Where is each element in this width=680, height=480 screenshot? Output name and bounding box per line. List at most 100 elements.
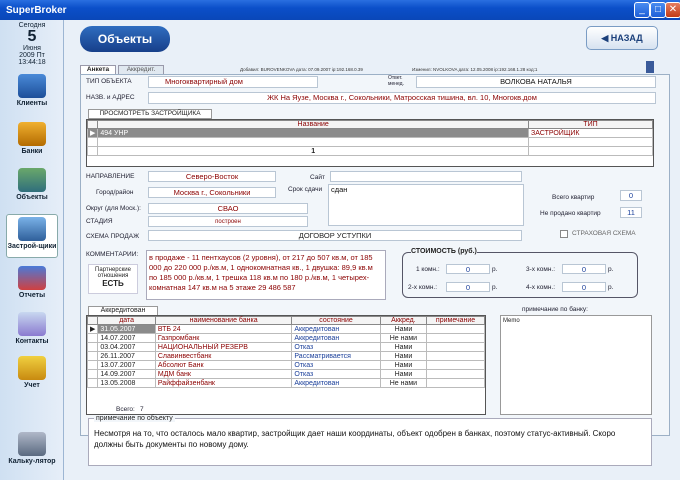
cell: 14.07.2007	[97, 333, 156, 343]
cell: Нами	[379, 324, 428, 334]
unsold-field[interactable]: 11	[620, 207, 642, 218]
type-field[interactable]: Многоквартирный дом	[148, 76, 318, 88]
cell: 31.05.2007	[97, 324, 156, 334]
cell: Аккредитован	[291, 324, 381, 334]
okrug-field[interactable]: СВАО	[148, 203, 308, 214]
nav-label: Кальку-лятор	[8, 458, 56, 465]
row-pointer	[86, 360, 99, 370]
col-type: ТИП	[528, 120, 653, 129]
price-4-field[interactable]: 0	[562, 282, 606, 292]
sidebar: Сегодня 5 Июня 2009 Пт 13:44:18 Клиенты …	[0, 20, 64, 480]
close-button[interactable]: ✕	[665, 2, 680, 18]
cell	[426, 351, 485, 361]
cell: Славинвестбанк	[154, 351, 293, 361]
stage-field[interactable]: построен	[148, 216, 308, 227]
day-number: 5	[27, 28, 37, 45]
col-accred: Аккред.	[379, 316, 428, 325]
partner-panel: Партнерские отношения ЕСТЬ	[88, 264, 138, 294]
term-label: Срок сдачи	[288, 186, 323, 193]
coins-icon	[18, 356, 46, 380]
table-row[interactable]: 26.11.2007 Славинвестбанк Рассматривается Н…	[86, 351, 485, 361]
cell: Аккредитован	[291, 378, 381, 388]
cur-2: р.	[492, 284, 498, 291]
notebook-icon[interactable]	[646, 61, 654, 73]
nav-developers[interactable]: Застрой-щики	[6, 214, 58, 258]
price-3-field[interactable]: 0	[562, 264, 606, 274]
back-button[interactable]: ◀ НАЗАД	[586, 26, 658, 50]
row-pointer	[86, 378, 99, 388]
col-date: дата	[97, 316, 156, 325]
nav-objects[interactable]: Объекты	[6, 168, 58, 201]
nav-reports[interactable]: Отчеты	[6, 266, 58, 299]
address-label: НАЗВ. и АДРЕС	[86, 94, 135, 101]
back-label: НАЗАД	[610, 33, 643, 43]
comments-field[interactable]: в продаже - 11 пентхаусов (2 уровня), от…	[146, 250, 386, 300]
chart-icon	[18, 266, 46, 290]
insurance-checkbox[interactable]	[560, 230, 568, 238]
cell: Райффайзенбанк	[154, 378, 293, 388]
address-field[interactable]: ЖК На Яузе, Москва г., Сокольники, Матро…	[148, 92, 656, 104]
cell	[426, 324, 485, 334]
cell: Нами	[379, 342, 428, 352]
calculator-icon	[18, 432, 46, 456]
cell: ВТБ 24	[154, 324, 293, 334]
builders-count: 1	[97, 146, 529, 156]
bank-note-memo[interactable]: Memo	[500, 315, 652, 415]
table-row[interactable]: 13.07.2007 Абсолют Банк Отказ Нами	[86, 360, 485, 370]
cell: Рассматривается	[291, 351, 381, 361]
cur-3: р.	[608, 266, 614, 273]
back-arrow-icon: ◀	[601, 33, 611, 43]
table-row[interactable]: 03.04.2007 НАЦИОНАЛЬНЫЙ РЕЗЕРВ Отказ Нами	[86, 342, 485, 352]
row-pointer	[86, 351, 99, 361]
price-3-label: 3-х комн.:	[526, 266, 556, 273]
cell: НАЦИОНАЛЬНЫЙ РЕЗЕРВ	[154, 342, 293, 352]
nav-calculator[interactable]: Кальку-лятор	[6, 432, 58, 465]
nav-banks[interactable]: Банки	[6, 122, 58, 155]
direction-field[interactable]: Северо-Восток	[148, 171, 276, 182]
added-info: Добавил: BUROVENKOVA дата: 07.09.2007 ip…	[240, 67, 363, 72]
unsold-label: Не продано квартир	[540, 210, 601, 217]
cell: 26.11.2007	[97, 351, 156, 361]
nav-label: Отчеты	[18, 292, 46, 299]
cell	[426, 342, 485, 352]
object-note-text[interactable]: Несмотря на то, что осталось мало кварти…	[94, 428, 644, 450]
window-title: SuperBroker	[0, 0, 680, 20]
cell: 14.09.2007	[97, 369, 156, 379]
cell: 13.05.2008	[97, 378, 156, 388]
price-2-label: 2-х комн.:	[408, 284, 438, 291]
view-builders-button[interactable]: ПРОСМОТРЕТЬ ЗАСТРОЙЩИКА	[88, 109, 212, 119]
manager-label: Ответ. менед.	[388, 75, 404, 87]
clients-icon	[18, 74, 46, 98]
partner-label: Партнерские отношения	[95, 267, 131, 279]
nav-contacts[interactable]: Контакты	[6, 312, 58, 345]
nav-accounting[interactable]: Учет	[6, 356, 58, 389]
table-row[interactable]: ▶ 494 УНР ЗАСТРОЙЩИК	[86, 128, 653, 138]
price-1-field[interactable]: 0	[446, 264, 490, 274]
city-field[interactable]: Москва г., Сокольники	[148, 187, 276, 198]
site-field[interactable]	[330, 171, 522, 182]
manager-field[interactable]: ВОЛКОВА НАТАЛЬЯ	[416, 76, 656, 88]
total-flats-label: Всего квартир	[552, 194, 595, 201]
price-2-field[interactable]: 0	[446, 282, 490, 292]
developer-icon	[18, 217, 46, 241]
maximize-button[interactable]: □	[650, 2, 666, 18]
total-flats-field[interactable]: 0	[620, 190, 642, 201]
price-4-label: 4-х комн.:	[526, 284, 556, 291]
table-row[interactable]: 13.05.2008 Райффайзенбанк Аккредитован Не н…	[86, 378, 485, 388]
table-row[interactable]: 14.07.2007 Газпромбанк Аккредитован Не нами	[86, 333, 485, 343]
nav-label: Застрой-щики	[7, 243, 57, 250]
minimize-button[interactable]: _	[634, 2, 650, 18]
nav-clients[interactable]: Клиенты	[6, 74, 58, 107]
month: Июня	[23, 45, 41, 52]
table-row[interactable]: ▶ 31.05.2007 ВТБ 24 Аккредитован Нами	[86, 324, 485, 334]
year-dow: 2009 Пт	[19, 52, 45, 59]
table-row[interactable]: 14.09.2007 МДМ банк Отказ Нами	[86, 369, 485, 379]
scheme-field[interactable]: ДОГОВОР УСТУПКИ	[148, 230, 522, 241]
accreditation-table: дата наименование банка состояние Аккред. пр…	[86, 315, 486, 415]
cell: Не нами	[379, 333, 428, 343]
insurance-label: СТРАХОВАЯ СХЕМА	[572, 230, 636, 237]
cur-1: р.	[492, 266, 498, 273]
term-field[interactable]: сдан	[328, 184, 524, 226]
stage-label: СТАДИЯ	[86, 218, 113, 225]
cell: Отказ	[291, 342, 381, 352]
